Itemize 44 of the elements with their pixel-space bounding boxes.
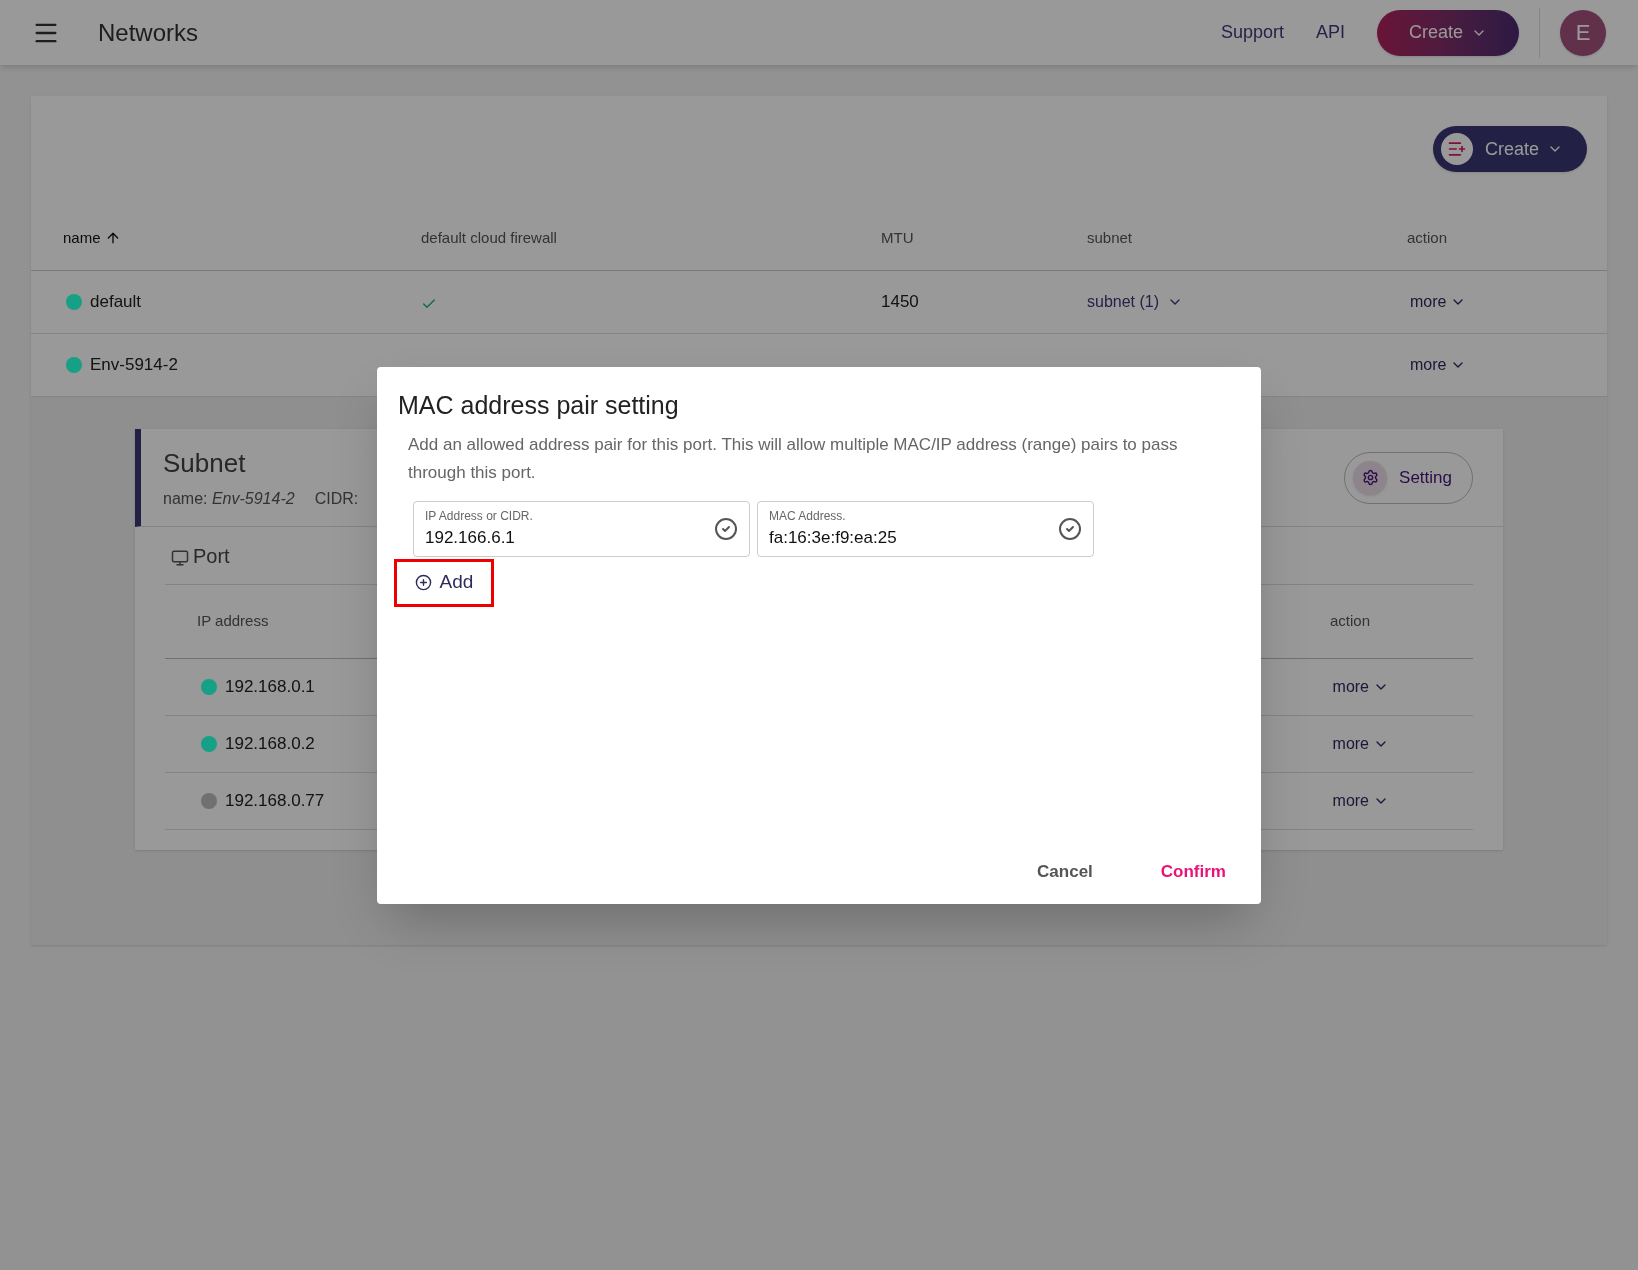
field-input[interactable]: 192.166.6.1 — [425, 524, 714, 551]
column-header[interactable]: action — [1407, 226, 1448, 250]
network-name[interactable]: default — [90, 289, 142, 315]
network-name[interactable]: Env-5914-2 — [90, 352, 178, 378]
text-field[interactable]: IP Address or CIDR. 192.166.6.1 — [413, 500, 750, 557]
column-header[interactable]: MTU — [881, 226, 914, 250]
subnet-name: name: Env-5914-2 — [163, 489, 295, 509]
more-dropdown[interactable]: more — [1332, 789, 1389, 813]
mtu-value: 1450 — [881, 292, 919, 312]
nav-link[interactable]: Support — [1220, 19, 1284, 46]
more-dropdown[interactable]: more — [1410, 353, 1467, 377]
create-button[interactable]: Create — [1376, 9, 1519, 56]
port-title: Port — [193, 543, 230, 569]
column-header: action — [1329, 611, 1370, 632]
page-title: Networks — [98, 17, 199, 48]
column-header[interactable]: default cloud firewall — [421, 226, 557, 250]
field-label: IP Address or CIDR. — [425, 507, 534, 525]
more-dropdown[interactable]: more — [1332, 675, 1389, 699]
settings-icon — [1353, 460, 1388, 495]
cidr-label: CIDR: — [314, 489, 359, 509]
avatar[interactable]: E — [1560, 9, 1606, 56]
more-dropdown[interactable]: more — [1410, 290, 1467, 314]
cancel-button[interactable]: Cancel — [1037, 858, 1093, 884]
column-header: IP address — [197, 611, 269, 632]
list-plus-icon — [1440, 133, 1473, 165]
confirm-button[interactable]: Confirm — [1160, 858, 1226, 884]
column-header[interactable]: subnet — [1087, 226, 1133, 250]
more-dropdown[interactable]: more — [1332, 732, 1389, 756]
create-button[interactable]: Create — [1432, 126, 1587, 172]
dialog-description: Add an allowed address pair for this port. This will allow multiple MAC/IP address (range) pairs to pass through this port. — [408, 433, 1179, 484]
nav-link[interactable]: API — [1315, 19, 1345, 46]
field-input[interactable]: fa:16:3e:f9:ea:25 — [769, 524, 1058, 551]
port-ip[interactable]: 192.168.0.2 — [225, 731, 315, 757]
field-label: MAC Address. — [769, 507, 847, 525]
dialog-title: MAC address pair setting — [398, 390, 680, 421]
subnet-dropdown[interactable]: subnet (1) — [1087, 290, 1184, 314]
port-ip[interactable]: 192.168.0.1 — [225, 674, 315, 700]
text-field[interactable]: MAC Address. fa:16:3e:f9:ea:25 — [757, 500, 1094, 557]
column-header[interactable]: name — [63, 226, 121, 250]
plus-circle-icon — [414, 574, 432, 591]
add-button[interactable]: Add — [394, 558, 494, 607]
port-ip[interactable]: 192.168.0.77 — [225, 788, 325, 814]
monitor-icon — [171, 548, 189, 567]
subnet-title: Subnet — [163, 447, 247, 480]
